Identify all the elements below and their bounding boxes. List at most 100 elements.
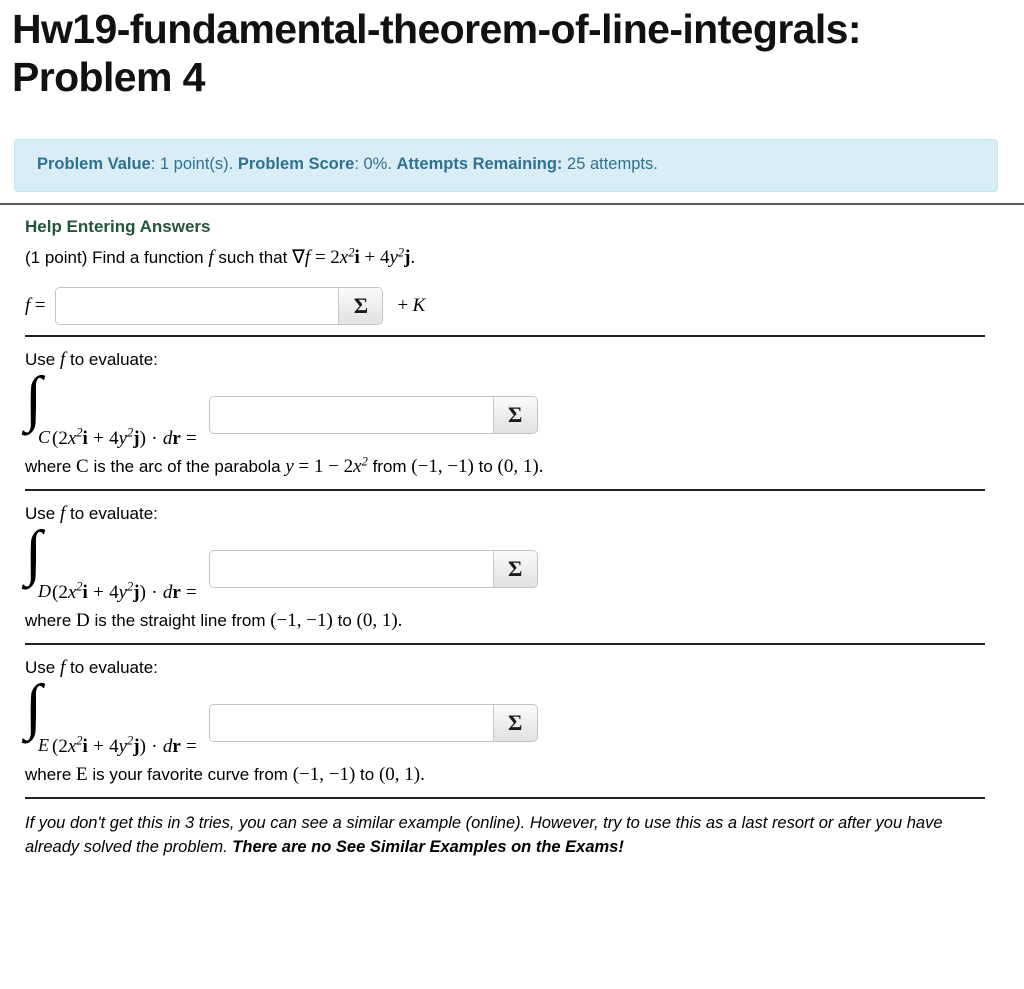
answer-input-group-E[interactable]: Σ	[208, 703, 538, 742]
period-C: .	[538, 455, 544, 477]
integral-section-D: Use f to evaluate: ∫ D (2x2i + 4y2j) · d…	[0, 503, 1024, 643]
use-suffix-E: to evaluate:	[69, 657, 158, 677]
where-text-C: is the arc of the parabola	[93, 456, 281, 476]
help-entering-answers-link[interactable]: Help Entering Answers	[25, 217, 210, 237]
coef-x: 2	[330, 247, 340, 269]
dot-product-E: ·	[151, 735, 158, 757]
var-x-C: x	[67, 427, 77, 449]
curve-description-C: where C is the arc of the parabola y = 1…	[25, 453, 999, 489]
integral-expression-E: ∫ E (2x2i + 4y2j) · dr =	[25, 676, 197, 758]
page-title: Hw19-fundamental-theorem-of-line-integra…	[12, 6, 862, 100]
use-symbol-C: f	[59, 348, 66, 370]
answer-input-D[interactable]	[209, 550, 493, 587]
integral-symbol-D: ∫ D	[25, 522, 51, 601]
coef-y-D: 4	[109, 581, 119, 603]
to-label-C: to	[478, 456, 493, 476]
sigma-button-D[interactable]: Σ	[492, 550, 537, 587]
end-point-C: (0, 1)	[497, 455, 539, 477]
section-divider-3	[25, 642, 985, 645]
problem-score-label: Problem Score	[237, 155, 355, 174]
use-f-instruction-E: Use f to evaluate:	[25, 657, 999, 679]
use-symbol-D: f	[59, 502, 66, 524]
answer-input-group-f[interactable]: Σ	[55, 286, 384, 325]
curve-name-C: C	[76, 455, 89, 477]
attempts-remaining-label: Attempts Remaining:	[396, 155, 563, 174]
vector-r-D: r	[172, 581, 181, 603]
equals-E: =	[186, 735, 197, 757]
plus-E: +	[93, 735, 104, 757]
answer-input-f[interactable]	[56, 287, 339, 324]
coef-x-E: 2	[58, 735, 68, 757]
integral-expression-C: ∫ C (2x2i + 4y2j) · dr =	[25, 368, 197, 450]
plus-sign: +	[364, 247, 376, 269]
use-suffix-C: to evaluate:	[69, 349, 158, 369]
points-prefix: (1 point) Find a function	[25, 248, 204, 268]
parabola-equation-C: y = 1 − 2x2	[285, 453, 368, 477]
integral-limit-E: E	[38, 734, 49, 755]
differential-d-E: d	[162, 735, 173, 757]
end-point-E: (0, 1)	[378, 763, 421, 785]
f-equals-label: f =	[25, 295, 45, 317]
dot-product-D: ·	[151, 581, 158, 603]
plus-C: +	[93, 427, 104, 449]
var-x: x	[339, 247, 349, 269]
parabola-one: 1	[313, 455, 324, 477]
close-paren-D: )	[139, 581, 146, 603]
var-x-E: x	[67, 735, 77, 757]
problem-value: : 1 point(s).	[150, 155, 238, 174]
dot-product-C: ·	[151, 427, 158, 449]
start-point-C: (−1, −1)	[411, 455, 474, 477]
where-prefix-D: where	[25, 610, 72, 630]
parabola-equals: =	[298, 455, 310, 477]
where-prefix-E: where	[25, 764, 72, 784]
var-y-C: y	[118, 427, 128, 449]
answer-input-group-C[interactable]: Σ	[208, 395, 538, 434]
integral-glyph-C: ∫	[25, 364, 42, 433]
use-symbol-E: f	[59, 656, 66, 678]
sigma-button-E[interactable]: Σ	[492, 704, 537, 741]
integral-limit-D: D	[38, 580, 51, 601]
vector-r-C: r	[172, 427, 181, 449]
f-label: f	[25, 294, 31, 316]
integral-section-E: Use f to evaluate: ∫ E (2x2i + 4y2j) · d…	[0, 657, 1024, 797]
parabola-exponent: 2	[361, 453, 368, 468]
unit-vector-i-C: i	[82, 427, 88, 449]
problem-value-label: Problem Value	[37, 155, 151, 174]
period-D: .	[397, 609, 403, 631]
parabola-minus: −	[328, 455, 339, 477]
trailing-period: .	[410, 247, 416, 269]
footnote-wrapper: If you don't get this in 3 tries, you ca…	[0, 811, 1024, 860]
period-E: .	[420, 763, 425, 785]
attempts-remaining-value: 25 attempts.	[562, 155, 658, 174]
problem-content: Help Entering Answers (1 point) Find a f…	[0, 205, 1024, 335]
integral-row-E: ∫ E (2x2i + 4y2j) · dr = Σ	[25, 676, 999, 764]
end-point-D: (0, 1)	[356, 609, 398, 631]
sigma-button-C[interactable]: Σ	[492, 396, 537, 433]
var-y: y	[389, 247, 398, 269]
from-label-C: from	[372, 456, 407, 476]
coef-x-C: 2	[58, 427, 68, 449]
integral-section-C: Use f to evaluate: ∫ C (2x2i + 4y2j) · d…	[0, 349, 1024, 489]
answer-input-C[interactable]	[209, 396, 493, 433]
start-point-E: (−1, −1)	[292, 763, 356, 785]
plus-sign-k: +	[397, 294, 409, 316]
problem-page: Hw19-fundamental-theorem-of-line-integra…	[0, 0, 1024, 859]
integral-symbol-C: ∫ C	[25, 368, 51, 447]
var-y-D: y	[118, 581, 128, 603]
section-divider-1	[25, 334, 985, 337]
coef-y: 4	[379, 247, 390, 269]
integral-glyph-D: ∫	[25, 518, 42, 587]
close-paren-C: )	[139, 427, 146, 449]
section-divider-2	[25, 488, 985, 491]
close-paren-E: )	[139, 735, 146, 757]
integral-glyph-E: ∫	[25, 672, 42, 741]
differential-d-C: d	[162, 427, 173, 449]
sigma-button-f[interactable]: Σ	[338, 287, 383, 324]
where-prefix-C: where	[25, 456, 72, 476]
integral-row-C: ∫ C (2x2i + 4y2j) · dr = Σ	[25, 368, 999, 456]
answer-input-E[interactable]	[209, 704, 493, 741]
footnote-line-1: If you don't get this in 3 tries, you ca…	[25, 813, 768, 832]
such-that-text: such that	[218, 248, 288, 268]
answer-input-group-D[interactable]: Σ	[208, 549, 538, 588]
coef-y-E: 4	[109, 735, 119, 757]
